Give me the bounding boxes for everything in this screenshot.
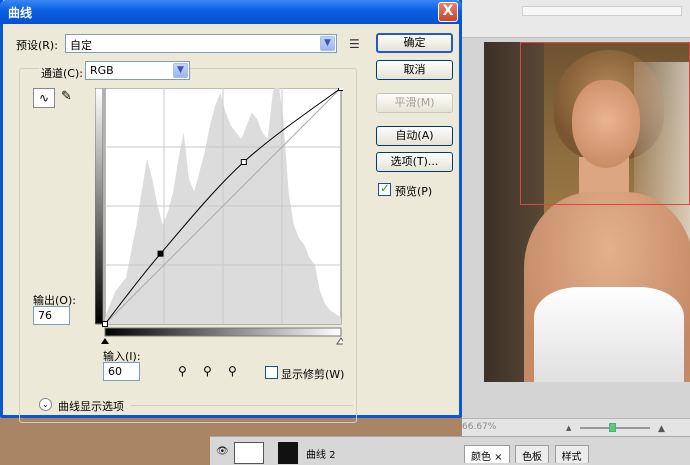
chevron-down-icon: ▼	[320, 36, 335, 51]
ok-button[interactable]: 确定	[376, 33, 453, 53]
options-button[interactable]: 选项(T)...	[376, 152, 453, 172]
adjustment-thumbnail	[234, 442, 264, 464]
curves-dialog: 曲线 X 预设(R): 自定 ▼ ☰ 确定 取消 平滑(M) 自动(A) 选项(…	[0, 0, 462, 423]
pencil-icon[interactable]: ✎	[61, 89, 72, 104]
output-gradient-bar	[94, 87, 104, 325]
curve-control-point	[240, 159, 247, 166]
layer-row[interactable]: 👁 曲线 2	[210, 439, 460, 465]
status-bar: 66.67% ▲ ▲	[462, 418, 690, 436]
black-point-slider	[101, 338, 109, 344]
zoom-slider-thumb[interactable]	[609, 423, 616, 432]
panel-tabs: 颜色 × 色板 样式	[464, 445, 591, 465]
layer-mask-thumbnail	[278, 442, 298, 464]
input-field[interactable]: 60	[103, 362, 140, 381]
curve-display-options[interactable]: 曲线显示选项	[58, 398, 124, 414]
preview-label: 预览(P)	[395, 185, 433, 198]
zoom-in-icon[interactable]: ▲	[658, 424, 665, 434]
eye-icon[interactable]: 👁	[216, 446, 229, 457]
preview-checkbox[interactable]	[378, 181, 391, 196]
tab-color[interactable]: 颜色 ×	[464, 445, 510, 463]
channel-label: 通道(C):	[39, 65, 85, 81]
selection-rectangle	[520, 42, 690, 205]
list-menu-icon[interactable]: ☰	[349, 37, 360, 51]
chevron-double-down-icon[interactable]: ⌄	[39, 398, 52, 411]
options-strip	[522, 6, 682, 16]
preset-select[interactable]: 自定 ▼	[65, 34, 337, 53]
curve-graph[interactable]	[94, 79, 346, 350]
show-clipping-label: 显示修剪(W)	[281, 368, 345, 381]
dialog-title: 曲线	[8, 6, 33, 20]
document-canvas[interactable]	[462, 38, 690, 418]
chevron-down-icon: ▼	[173, 63, 188, 78]
white-eyedropper-icon[interactable]: ⚲	[228, 364, 237, 378]
channel-select[interactable]: RGB ▼	[85, 61, 190, 80]
close-icon: X	[442, 3, 454, 19]
curve-control-point	[338, 85, 344, 91]
divider	[131, 405, 353, 406]
layer-name: 曲线 2	[306, 450, 336, 461]
tab-swatches[interactable]: 色板	[515, 445, 550, 463]
close-button[interactable]: X	[438, 2, 458, 22]
title-bar[interactable]: 曲线 X	[0, 0, 462, 24]
options-bar	[462, 0, 690, 38]
gray-eyedropper-icon[interactable]: ⚲	[203, 364, 212, 378]
preset-label: 预设(R):	[16, 39, 58, 52]
zoom-level: 66.67%	[462, 422, 497, 432]
channel-value: RGB	[90, 64, 114, 77]
auto-button[interactable]: 自动(A)	[376, 126, 453, 146]
input-gradient-bar	[104, 327, 342, 337]
tab-styles[interactable]: 样式	[554, 445, 589, 463]
curve-svg[interactable]	[94, 79, 346, 350]
output-field[interactable]: 76	[33, 306, 70, 325]
curve-control-point	[102, 321, 108, 327]
zoom-out-icon[interactable]: ▲	[566, 424, 571, 432]
black-eyedropper-icon[interactable]: ⚲	[178, 364, 187, 378]
show-clipping-checkbox[interactable]	[265, 366, 278, 379]
cancel-button[interactable]: 取消	[376, 60, 453, 80]
curve-tool-icon[interactable]: ∿	[33, 88, 55, 108]
white-point-slider	[336, 337, 346, 345]
curve-control-point	[157, 250, 164, 257]
layers-panel: 👁 曲线 2 颜色 × 色板 样式	[210, 436, 690, 465]
preset-value: 自定	[70, 39, 92, 52]
smooth-button[interactable]: 平滑(M)	[376, 93, 453, 113]
